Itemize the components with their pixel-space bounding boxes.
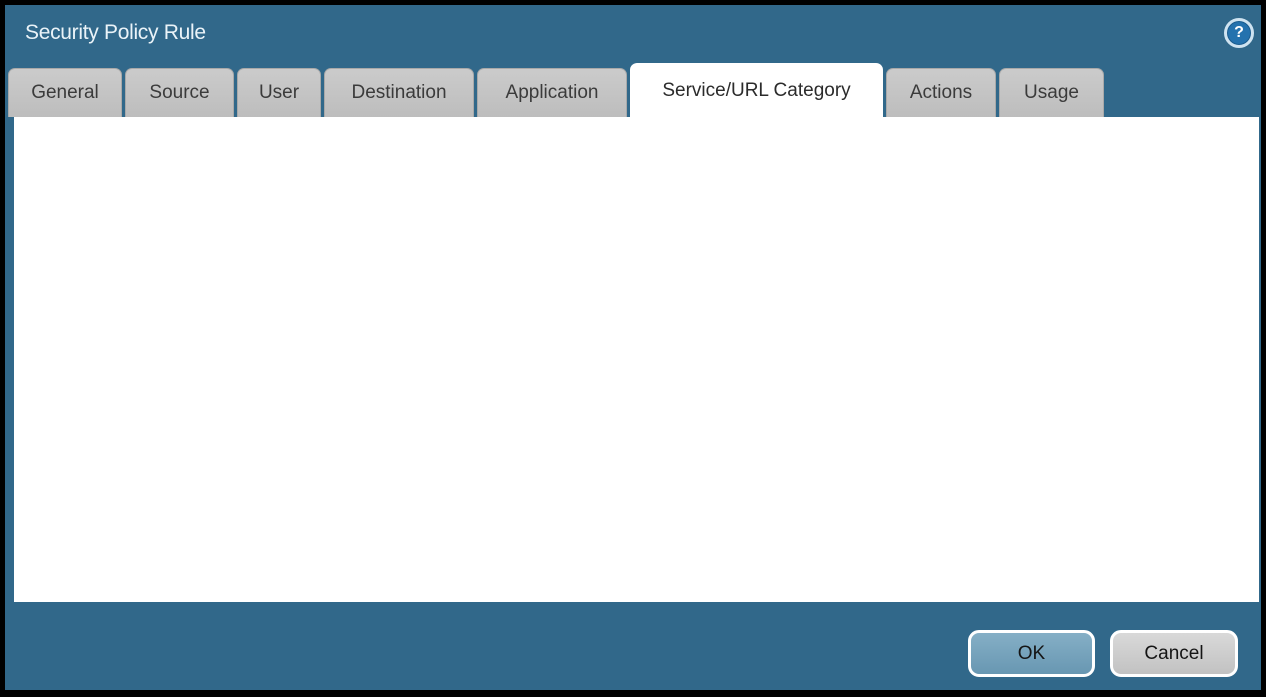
security-policy-rule-dialog: Security Policy Rule ? General Source Us… bbox=[0, 0, 1266, 697]
ok-button[interactable]: OK bbox=[968, 630, 1095, 677]
tab-source[interactable]: Source bbox=[125, 68, 234, 117]
tab-general[interactable]: General bbox=[8, 68, 122, 117]
tab-bar: General Source User Destination Applicat… bbox=[8, 63, 1107, 117]
tab-destination[interactable]: Destination bbox=[324, 68, 474, 117]
cancel-button[interactable]: Cancel bbox=[1110, 630, 1238, 677]
dialog-background: Security Policy Rule ? General Source Us… bbox=[5, 5, 1261, 690]
tab-usage[interactable]: Usage bbox=[999, 68, 1104, 117]
tab-actions[interactable]: Actions bbox=[886, 68, 996, 117]
help-icon[interactable]: ? bbox=[1224, 18, 1254, 48]
tab-service-url-category[interactable]: Service/URL Category bbox=[630, 63, 883, 117]
dialog-title: Security Policy Rule bbox=[25, 21, 206, 45]
help-question-glyph: ? bbox=[1234, 24, 1244, 42]
tab-application[interactable]: Application bbox=[477, 68, 627, 117]
tab-user[interactable]: User bbox=[237, 68, 321, 117]
tab-content-area bbox=[14, 117, 1259, 602]
